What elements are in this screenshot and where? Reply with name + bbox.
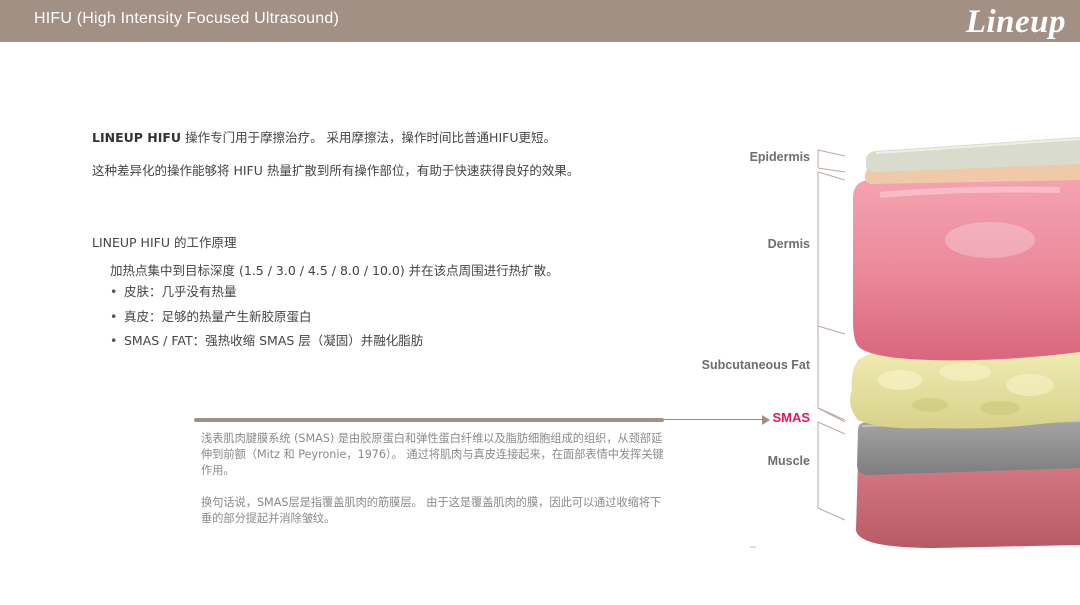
label-subcutaneous-fat: Subcutaneous Fat (701, 358, 810, 372)
label-dermis: Dermis (767, 237, 810, 251)
muscle-bracket (817, 421, 846, 521)
layer-bracket-lines (817, 149, 846, 521)
epidermis-layer (864, 137, 1080, 184)
label-epidermis: Epidermis (749, 150, 810, 164)
skin-layer-diagram (750, 137, 1080, 548)
dermis-layer (853, 176, 1080, 361)
dermis-bracket (817, 171, 846, 335)
label-smas: SMAS (772, 410, 810, 425)
fat-bracket (817, 326, 846, 421)
label-muscle: Muscle (767, 454, 810, 468)
epidermis-bracket (817, 149, 846, 173)
smas-bracket (817, 407, 846, 423)
